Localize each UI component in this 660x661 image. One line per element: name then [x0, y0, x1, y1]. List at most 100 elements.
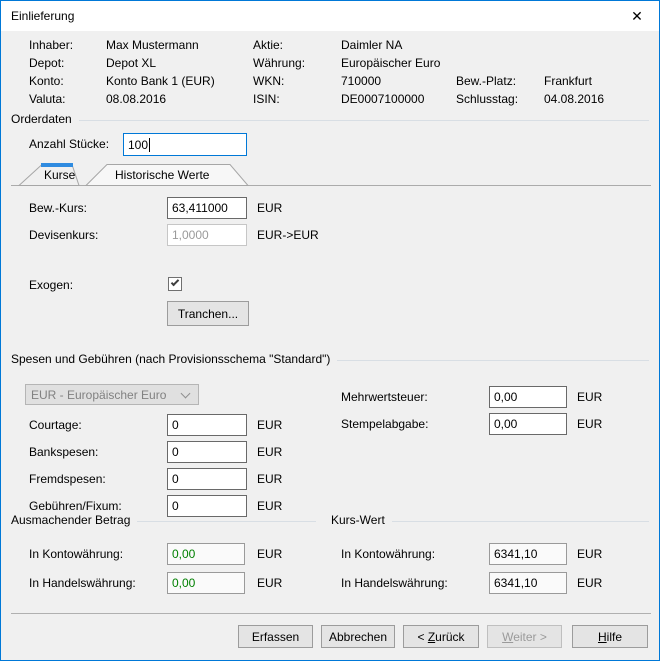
- tranchen-button-label: Tranchen...: [178, 307, 238, 321]
- bew-kurs-input[interactable]: 63,411000: [167, 197, 247, 219]
- waehrung-label: Währung:: [253, 56, 305, 71]
- ausmachender-betrag-section-label: Ausmachender Betrag: [11, 513, 130, 527]
- anzahl-stuecke-value: 100: [128, 138, 148, 152]
- kw-kontowaehrung-label: In Kontowährung:: [341, 547, 435, 562]
- waehrung-value: Europäischer Euro: [341, 56, 440, 71]
- exogen-checkbox[interactable]: [168, 277, 182, 291]
- anzahl-stuecke-input[interactable]: 100: [123, 133, 247, 156]
- abbrechen-button-label: Abbrechen: [329, 630, 387, 644]
- abbrechen-button[interactable]: Abbrechen: [321, 625, 395, 648]
- mehrwertsteuer-input[interactable]: 0,00: [489, 386, 567, 408]
- isin-label: ISIN:: [253, 92, 280, 107]
- stempelabgabe-label: Stempelabgabe:: [341, 417, 428, 432]
- tab-historische-werte[interactable]: Historische Werte: [115, 168, 209, 182]
- section-divider: [137, 521, 316, 522]
- hilfe-button[interactable]: Hilfe: [572, 625, 648, 648]
- bew-kurs-label: Bew.-Kurs:: [29, 201, 87, 216]
- tab-strip: [11, 163, 651, 186]
- tranchen-button[interactable]: Tranchen...: [167, 301, 249, 326]
- wkn-value: 710000: [341, 74, 381, 89]
- wkn-label: WKN:: [253, 74, 284, 89]
- chevron-down-icon: [181, 389, 191, 399]
- bankspesen-unit: EUR: [257, 445, 282, 460]
- weiter-button-label: Weiter >: [502, 630, 547, 644]
- stempelabgabe-unit: EUR: [577, 417, 602, 432]
- schlusstag-label: Schlusstag:: [456, 92, 518, 107]
- ab-kontowaehrung-unit: EUR: [257, 547, 282, 562]
- bew-platz-value: Frankfurt: [544, 74, 592, 89]
- kw-kontowaehrung-value: 6341,10: [494, 547, 537, 561]
- erfassen-button[interactable]: Erfassen: [238, 625, 313, 648]
- zurueck-button[interactable]: < Zurück: [403, 625, 479, 648]
- courtage-label: Courtage:: [29, 418, 82, 433]
- kw-kontowaehrung-field[interactable]: 6341,10: [489, 543, 567, 565]
- mehrwertsteuer-label: Mehrwertsteuer:: [341, 390, 428, 405]
- ab-kontowaehrung-field[interactable]: 0,00: [167, 543, 245, 565]
- schlusstag-value: 04.08.2016: [544, 92, 604, 107]
- window-title: Einlieferung: [11, 9, 74, 23]
- currency-select-value: EUR - Europäischer Euro: [31, 388, 166, 402]
- fremdspesen-label: Fremdspesen:: [29, 472, 106, 487]
- hilfe-button-label: Hilfe: [598, 630, 622, 644]
- weiter-button[interactable]: Weiter >: [487, 625, 562, 648]
- bankspesen-label: Bankspesen:: [29, 445, 98, 460]
- checkmark-icon: [171, 278, 179, 286]
- devisenkurs-input[interactable]: 1,0000: [167, 224, 247, 246]
- aktie-label: Aktie:: [253, 38, 283, 53]
- ab-kontowaehrung-label: In Kontowährung:: [29, 547, 123, 562]
- tab-strip-graphic: [11, 163, 651, 186]
- erfassen-button-label: Erfassen: [252, 630, 299, 644]
- fremdspesen-input[interactable]: 0: [167, 468, 247, 490]
- konto-value: Konto Bank 1 (EUR): [106, 74, 215, 89]
- currency-select[interactable]: EUR - Europäischer Euro: [25, 384, 199, 405]
- footer-divider: [11, 613, 651, 614]
- valuta-value: 08.08.2016: [106, 92, 166, 107]
- ab-handelswaehrung-unit: EUR: [257, 576, 282, 591]
- gebuehren-fixum-label: Gebühren/Fixum:: [29, 499, 122, 514]
- stempelabgabe-input[interactable]: 0,00: [489, 413, 567, 435]
- courtage-value: 0: [172, 418, 179, 432]
- section-divider: [392, 521, 649, 522]
- bew-platz-label: Bew.-Platz:: [456, 74, 516, 89]
- close-icon[interactable]: ✕: [623, 5, 651, 27]
- kw-handelswaehrung-unit: EUR: [577, 576, 602, 591]
- exogen-label: Exogen:: [29, 278, 73, 293]
- ab-kontowaehrung-value: 0,00: [172, 547, 195, 561]
- tab-kurse[interactable]: Kurse: [44, 168, 75, 182]
- fremdspesen-unit: EUR: [257, 472, 282, 487]
- devisenkurs-value: 1,0000: [172, 228, 209, 242]
- bankspesen-input[interactable]: 0: [167, 441, 247, 463]
- devisenkurs-unit: EUR->EUR: [257, 228, 319, 243]
- einlieferung-dialog: Einlieferung ✕ Inhaber: Max Mustermann D…: [0, 0, 660, 661]
- kw-handelswaehrung-value: 6341,10: [494, 576, 537, 590]
- bew-kurs-value: 63,411000: [172, 201, 228, 215]
- active-tab-accent: [41, 163, 73, 167]
- title-bar: Einlieferung ✕: [1, 1, 659, 31]
- kw-handelswaehrung-field[interactable]: 6341,10: [489, 572, 567, 594]
- courtage-unit: EUR: [257, 418, 282, 433]
- stempelabgabe-value: 0,00: [494, 417, 517, 431]
- fremdspesen-value: 0: [172, 472, 179, 486]
- bew-kurs-unit: EUR: [257, 201, 282, 216]
- inhaber-label: Inhaber:: [29, 38, 73, 53]
- depot-value: Depot XL: [106, 56, 156, 71]
- depot-label: Depot:: [29, 56, 64, 71]
- kw-kontowaehrung-unit: EUR: [577, 547, 602, 562]
- valuta-label: Valuta:: [29, 92, 65, 107]
- ab-handelswaehrung-field[interactable]: 0,00: [167, 572, 245, 594]
- aktie-value: Daimler NA: [341, 38, 402, 53]
- courtage-input[interactable]: 0: [167, 414, 247, 436]
- bankspesen-value: 0: [172, 445, 179, 459]
- gebuehren-fixum-unit: EUR: [257, 499, 282, 514]
- ab-handelswaehrung-label: In Handelswährung:: [29, 576, 136, 591]
- isin-value: DE0007100000: [341, 92, 424, 107]
- kurs-wert-section-label: Kurs-Wert: [331, 513, 385, 527]
- section-divider: [79, 120, 649, 121]
- orderdaten-section-label: Orderdaten: [11, 112, 72, 126]
- section-divider: [337, 360, 649, 361]
- devisenkurs-label: Devisenkurs:: [29, 228, 98, 243]
- text-caret: [149, 138, 150, 152]
- gebuehren-fixum-value: 0: [172, 499, 179, 513]
- mehrwertsteuer-unit: EUR: [577, 390, 602, 405]
- mehrwertsteuer-value: 0,00: [494, 390, 517, 404]
